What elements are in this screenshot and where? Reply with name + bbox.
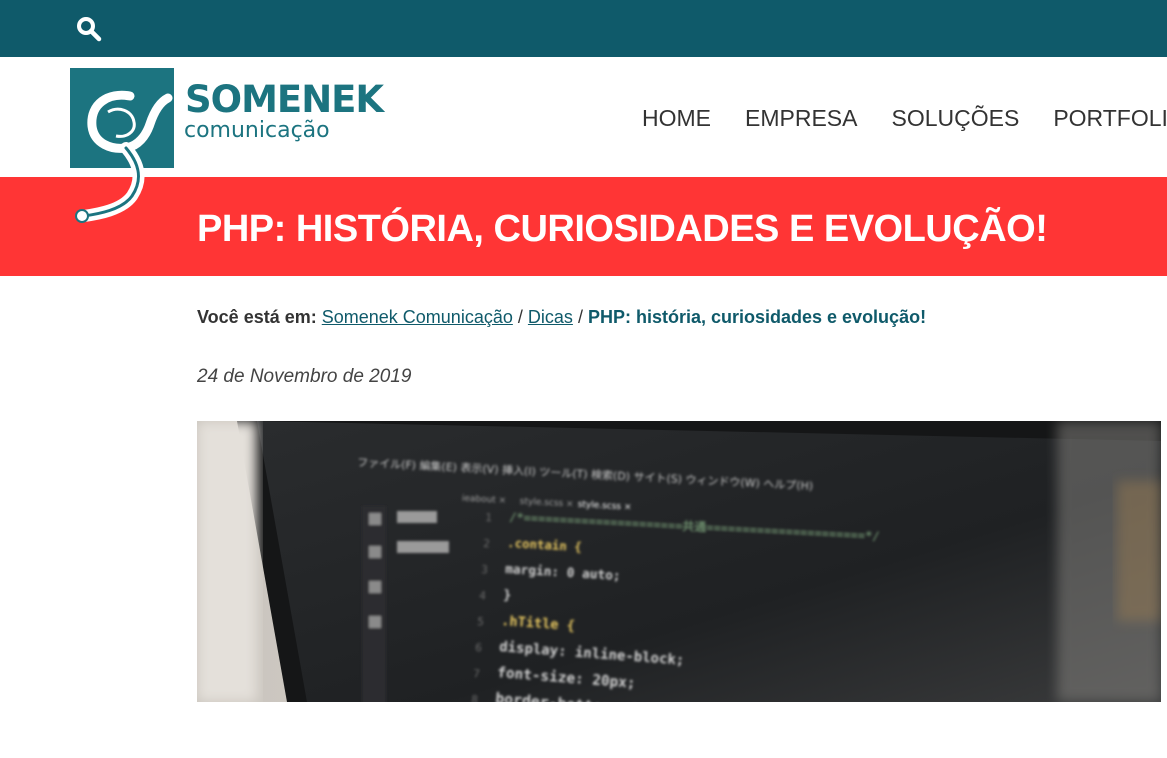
site-logo[interactable]: SOMENEK comunicação xyxy=(68,66,384,226)
hero-line-number: 4 xyxy=(479,589,487,602)
logo-subtitle: comunicação xyxy=(184,118,330,143)
hero-line-number: 8 xyxy=(471,693,479,702)
breadcrumb-current: PHP: história, curiosidades e evolução! xyxy=(587,307,927,327)
breadcrumb: Você está em: Somenek Comunicação / Dica… xyxy=(197,305,926,329)
nav-item-empresa[interactable]: EMPRESA xyxy=(745,103,857,133)
top-bar xyxy=(0,0,1167,57)
hero-line-number: 1 xyxy=(485,511,492,524)
breadcrumb-separator: / xyxy=(517,307,523,327)
nav-item-home[interactable]: HOME xyxy=(642,103,711,133)
hero-code-line: } xyxy=(503,588,512,603)
nav-item-solucoes[interactable]: SOLUÇÕES xyxy=(891,103,1019,133)
post-date: 24 de Novembro de 2019 xyxy=(197,366,412,387)
breadcrumb-link-home[interactable]: Somenek Comunicação xyxy=(322,307,513,327)
hero-line-number: 5 xyxy=(477,615,485,628)
hero-image: ファイル(F) 編集(E) 表示(V) 挿入(I) ツール(T) 検索(D) サ… xyxy=(197,421,1161,702)
hero-line-number: 3 xyxy=(481,563,488,576)
hero-line-number: 6 xyxy=(475,641,483,654)
search-icon xyxy=(77,17,102,42)
nav-item-portfolio[interactable]: PORTFOLIO xyxy=(1053,103,1167,133)
main-nav: HOME EMPRESA SOLUÇÕES PORTFOLIO xyxy=(642,103,1167,133)
breadcrumb-lead: Você está em: xyxy=(197,307,317,327)
elephant-mascot-icon xyxy=(75,90,173,223)
logo-name: SOMENEK xyxy=(185,78,384,121)
hero-line-number: 2 xyxy=(483,537,490,550)
breadcrumb-separator: / xyxy=(577,307,583,327)
breadcrumb-link-dicas[interactable]: Dicas xyxy=(528,307,573,327)
hero-line-number: 7 xyxy=(473,667,481,680)
search-button[interactable] xyxy=(76,16,102,42)
